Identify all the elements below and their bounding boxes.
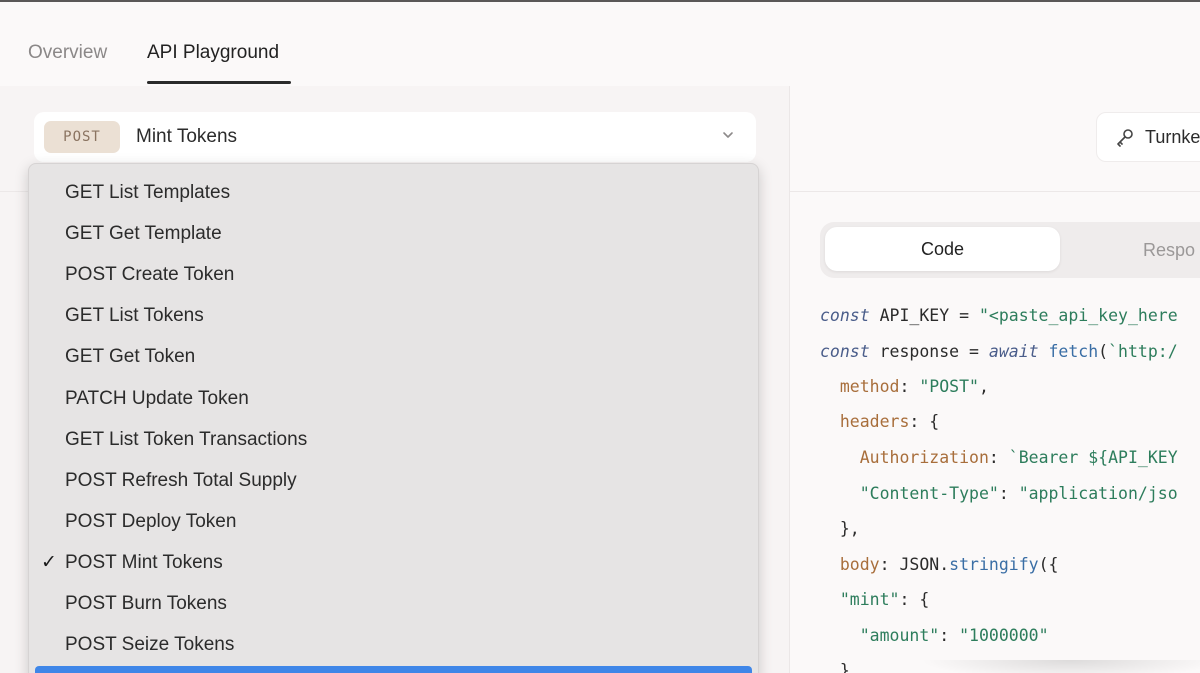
method-badge: POST: [44, 121, 120, 153]
dropdown-option-selected[interactable]: POST Mint Tokens: [65, 542, 223, 583]
tab-bar: Overview API Playground: [0, 2, 1200, 86]
endpoint-name: Mint Tokens: [136, 126, 238, 147]
dropdown-option[interactable]: GET Get Token: [65, 336, 195, 377]
code-response-toggle: Code Respo: [820, 222, 1200, 278]
right-header-divider: [790, 191, 1200, 192]
dropdown-option[interactable]: GET List Token Transactions: [65, 419, 307, 460]
tab-overview[interactable]: Overview: [28, 42, 107, 64]
dropdown-option[interactable]: POST Seize Tokens: [65, 624, 234, 665]
dropdown-option[interactable]: POST Create Token: [65, 254, 234, 295]
code-line: }: [820, 661, 850, 673]
endpoint-dropdown-menu: GET List Templates GET Get Template POST…: [28, 163, 759, 673]
dropdown-option[interactable]: GET List Tokens: [65, 295, 204, 336]
overlay-shadow: [920, 660, 1200, 673]
code-line: },: [820, 519, 860, 538]
tab-api-playground[interactable]: API Playground: [147, 42, 279, 64]
panel-divider: [789, 86, 790, 673]
dropdown-option[interactable]: GET Get Template: [65, 213, 222, 254]
dropdown-option[interactable]: PATCH Update Token: [65, 378, 249, 419]
active-tab-indicator: [147, 81, 291, 84]
code-snippet: const API_KEY = "<paste_api_key_here con…: [820, 298, 1200, 673]
dropdown-option-hovered[interactable]: [35, 666, 752, 673]
tab-response[interactable]: Respo: [1143, 240, 1195, 261]
code-line: "amount": "1000000": [820, 626, 1049, 645]
code-line: const API_KEY = "<paste_api_key_here: [820, 306, 1178, 325]
code-line: method: "POST",: [820, 377, 989, 396]
code-line: const response = await fetch(`http:/: [820, 342, 1178, 361]
check-icon: ✓: [41, 552, 57, 573]
code-line: "Content-Type": "application/jso: [820, 484, 1178, 503]
code-line: Authorization: `Bearer ${API_KEY: [820, 448, 1178, 467]
key-icon: [1117, 129, 1133, 147]
code-line: body: JSON.stringify({: [820, 555, 1059, 574]
auth-selector-button[interactable]: Turnke: [1096, 112, 1200, 162]
code-line: "mint": {: [820, 590, 930, 609]
chevron-down-icon[interactable]: [722, 129, 734, 141]
tab-code[interactable]: Code: [825, 227, 1060, 271]
dropdown-option[interactable]: GET List Templates: [65, 172, 230, 213]
auth-selector-label: Turnke: [1145, 126, 1200, 147]
dropdown-option[interactable]: POST Deploy Token: [65, 501, 236, 542]
dropdown-option[interactable]: POST Burn Tokens: [65, 583, 227, 624]
dropdown-option[interactable]: POST Refresh Total Supply: [65, 460, 297, 501]
code-line: headers: {: [820, 412, 940, 431]
endpoint-select[interactable]: POST Mint Tokens: [34, 112, 756, 162]
